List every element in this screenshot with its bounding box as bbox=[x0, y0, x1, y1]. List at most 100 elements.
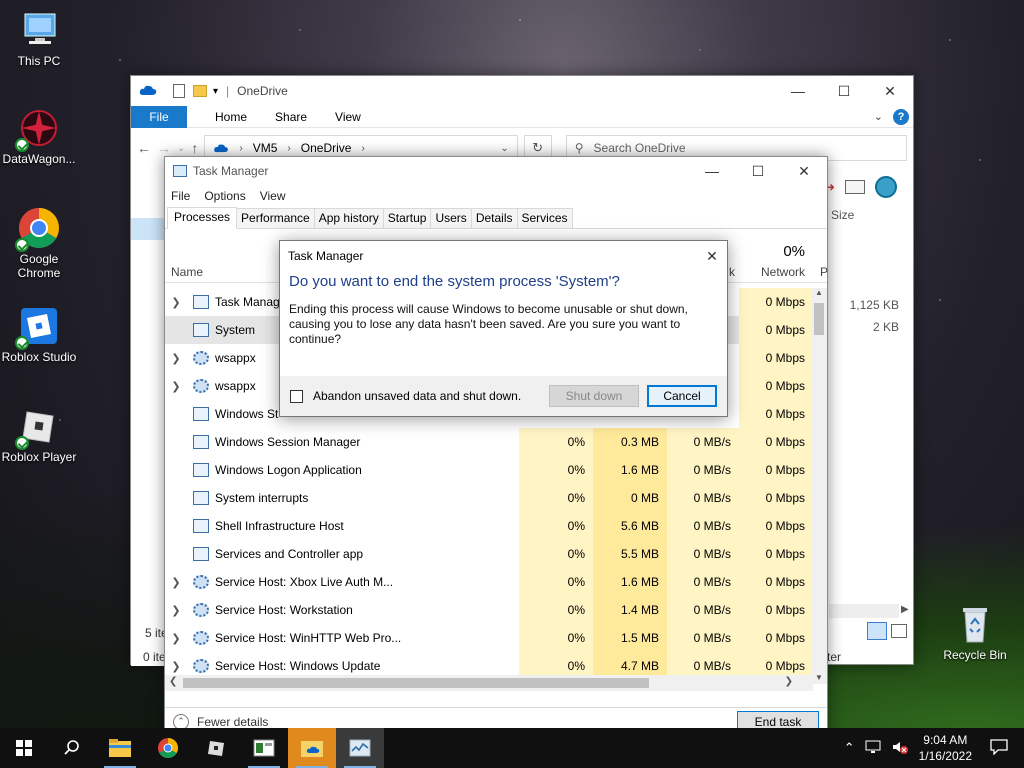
process-row[interactable]: Windows Session Manager 0% 0.3 MB 0 MB/s 0 M… bbox=[165, 428, 813, 456]
ribbon-tab-view[interactable]: View bbox=[321, 106, 375, 128]
ribbon-tab-home[interactable]: Home bbox=[201, 106, 261, 128]
clock[interactable]: 9:04 AM 1/16/2022 bbox=[919, 732, 972, 764]
maximize-button[interactable]: ☐ bbox=[821, 76, 867, 106]
file-size-1: 1,125 KB bbox=[849, 298, 899, 312]
expand-chevron-icon[interactable]: ❯ bbox=[165, 632, 187, 645]
onedrive-status-icon[interactable] bbox=[875, 176, 897, 198]
tab-processes[interactable]: Processes bbox=[167, 207, 238, 229]
desktop-icon-recycle-bin[interactable]: Recycle Bin bbox=[935, 602, 1015, 662]
menu-view[interactable]: View bbox=[260, 189, 286, 203]
process-row[interactable]: Shell Infrastructure Host 0% 5.6 MB 0 MB/s 0… bbox=[165, 512, 813, 540]
abandon-data-label[interactable]: Abandon unsaved data and shut down. bbox=[313, 389, 521, 403]
nav-item-selected[interactable] bbox=[131, 218, 165, 240]
taskbar-file-explorer[interactable] bbox=[96, 728, 144, 768]
taskbar-task-manager[interactable] bbox=[336, 728, 384, 768]
quick-access-dropdown-icon[interactable]: ▾ bbox=[213, 86, 218, 97]
taskbar-onedrive-explorer[interactable] bbox=[288, 728, 336, 768]
maximize-button[interactable]: ☐ bbox=[735, 156, 781, 186]
taskbar-chrome[interactable] bbox=[144, 728, 192, 768]
desktop-icon-roblox-studio[interactable]: Roblox Studio bbox=[0, 304, 78, 364]
shut-down-button[interactable]: Shut down bbox=[549, 385, 639, 407]
menu-file[interactable]: File bbox=[171, 189, 190, 203]
tab-users[interactable]: Users bbox=[430, 208, 472, 228]
close-button[interactable]: ✕ bbox=[781, 156, 827, 186]
process-memory: 1.6 MB bbox=[593, 456, 667, 484]
desktop-icon-label: Roblox Studio bbox=[1, 350, 77, 364]
forward-arrow-icon[interactable]: → bbox=[157, 140, 171, 156]
start-button[interactable] bbox=[0, 728, 48, 768]
column-header-network[interactable]: Network bbox=[739, 265, 805, 279]
properties-icon[interactable] bbox=[173, 84, 185, 98]
process-row[interactable]: ❯ Service Host: Workstation 0% 1.4 MB 0 MB/s… bbox=[165, 596, 813, 624]
column-header-p[interactable]: P bbox=[820, 265, 828, 279]
scroll-right-icon[interactable]: ▶ bbox=[901, 604, 909, 615]
scroll-right-icon[interactable]: ❯ bbox=[785, 676, 793, 687]
breadcrumb-vm5[interactable]: VM5 bbox=[253, 141, 278, 155]
tab-performance[interactable]: Performance bbox=[236, 208, 315, 228]
large-icons-view-icon[interactable] bbox=[891, 624, 907, 638]
explorer-hscroll[interactable] bbox=[829, 604, 899, 618]
tab-details[interactable]: Details bbox=[470, 208, 518, 228]
cancel-button[interactable]: Cancel bbox=[647, 385, 717, 407]
column-header-size[interactable]: Size bbox=[831, 208, 854, 222]
minimize-button[interactable]: — bbox=[775, 76, 821, 106]
process-disk: 0 MB/s bbox=[667, 512, 739, 540]
recycle-bin-icon bbox=[953, 602, 997, 646]
dialog-close-button[interactable]: ✕ bbox=[697, 241, 727, 271]
help-icon[interactable]: ? bbox=[893, 108, 909, 125]
search-button[interactable] bbox=[48, 728, 96, 768]
scroll-up-icon[interactable]: ▲ bbox=[811, 288, 827, 297]
expand-chevron-icon[interactable]: ❯ bbox=[165, 576, 187, 589]
tab-app-history[interactable]: App history bbox=[313, 208, 384, 228]
ribbon-tab-file[interactable]: File bbox=[131, 105, 187, 128]
close-button[interactable]: ✕ bbox=[867, 76, 913, 106]
expand-chevron-icon[interactable]: ❯ bbox=[165, 380, 187, 393]
minimize-button[interactable]: — bbox=[689, 156, 735, 186]
process-icon bbox=[193, 575, 209, 589]
network-icon[interactable] bbox=[865, 740, 881, 757]
scroll-left-icon[interactable]: ❮ bbox=[169, 676, 177, 687]
expand-chevron-icon[interactable]: ❯ bbox=[165, 352, 187, 365]
process-row[interactable]: ❯ Service Host: Xbox Live Auth M... 0% 1.6 … bbox=[165, 568, 813, 596]
process-row[interactable]: Services and Controller app 0% 5.5 MB 0 MB/… bbox=[165, 540, 813, 568]
menu-options[interactable]: Options bbox=[204, 189, 245, 203]
process-list-vscroll[interactable]: ▲ ▼ bbox=[811, 288, 827, 684]
address-dropdown-icon[interactable]: ⌄ bbox=[500, 143, 508, 154]
view-pane-icon[interactable] bbox=[845, 180, 865, 194]
process-row[interactable]: Windows Logon Application 0% 1.6 MB 0 MB/s 0… bbox=[165, 456, 813, 484]
fewer-details-link[interactable]: Fewer details bbox=[197, 715, 268, 729]
expand-chevron-icon[interactable]: ❯ bbox=[165, 660, 187, 673]
tab-services[interactable]: Services bbox=[516, 208, 573, 228]
expand-chevron-icon[interactable]: ❯ bbox=[165, 604, 187, 617]
hscroll-thumb[interactable] bbox=[183, 678, 649, 688]
recent-locations-icon[interactable]: ⌄ bbox=[177, 143, 185, 154]
column-header-name[interactable]: Name bbox=[171, 265, 203, 279]
volume-muted-icon[interactable] bbox=[891, 740, 909, 757]
notification-center-icon[interactable] bbox=[990, 738, 1008, 758]
expand-chevron-icon[interactable]: ❯ bbox=[165, 296, 187, 309]
desktop-icon-this-pc[interactable]: This PC bbox=[0, 8, 78, 68]
up-arrow-icon[interactable]: ↑ bbox=[191, 140, 198, 156]
breadcrumb-onedrive[interactable]: OneDrive bbox=[301, 141, 352, 155]
show-hidden-icons-chevron-icon[interactable]: ⌃ bbox=[844, 740, 855, 756]
desktop-icon-chrome[interactable]: Google Chrome bbox=[0, 206, 78, 280]
new-folder-icon[interactable] bbox=[193, 85, 207, 97]
process-row[interactable]: ❯ Service Host: WinHTTP Web Pro... 0% 1.5 M… bbox=[165, 624, 813, 652]
scroll-down-icon[interactable]: ▼ bbox=[811, 673, 827, 682]
vscroll-thumb[interactable] bbox=[814, 303, 824, 335]
taskbar-roblox[interactable] bbox=[192, 728, 240, 768]
taskmgr-title: Task Manager bbox=[193, 164, 269, 178]
taskbar-app-window[interactable] bbox=[240, 728, 288, 768]
status-right-text: ter bbox=[827, 650, 842, 664]
abandon-data-checkbox[interactable] bbox=[290, 389, 303, 403]
process-row[interactable]: System interrupts 0% 0 MB 0 MB/s 0 Mbps bbox=[165, 484, 813, 512]
expand-ribbon-icon[interactable]: ⌄ bbox=[874, 110, 883, 123]
tab-startup[interactable]: Startup bbox=[382, 208, 432, 228]
process-list-hscroll[interactable]: ❮ ❯ bbox=[165, 675, 813, 691]
desktop-icon-label: Google Chrome bbox=[17, 252, 61, 280]
ribbon-tab-share[interactable]: Share bbox=[261, 106, 321, 128]
details-view-icon[interactable] bbox=[867, 622, 887, 640]
desktop-icon-datawagon[interactable]: DataWagon... bbox=[0, 106, 78, 166]
desktop-icon-roblox-player[interactable]: Roblox Player bbox=[0, 404, 78, 464]
back-arrow-icon[interactable]: ← bbox=[137, 140, 151, 156]
